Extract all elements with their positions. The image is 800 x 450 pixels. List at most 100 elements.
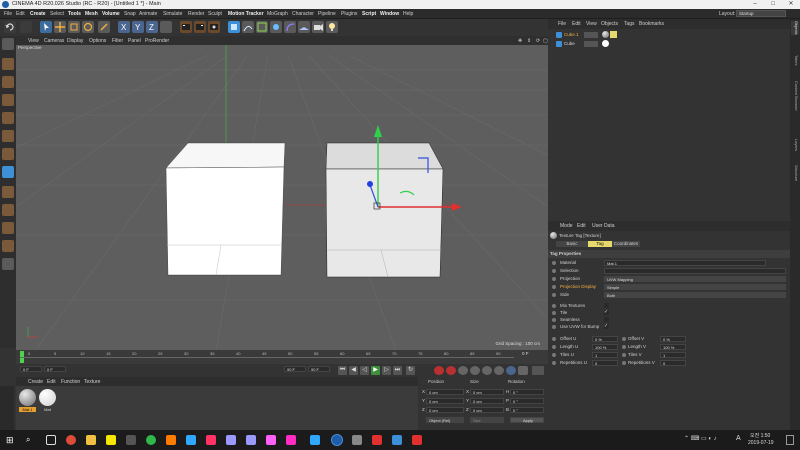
size-y-field[interactable]: 0 cm <box>470 398 504 404</box>
menu-plugins[interactable]: Plugins <box>341 11 357 17</box>
menu-mesh[interactable]: Mesh <box>85 11 98 17</box>
cinema4d-taskbar-icon[interactable] <box>331 434 343 446</box>
tiles-v-field[interactable]: 1 <box>660 352 686 358</box>
app-icon[interactable] <box>352 435 362 445</box>
material-menu-function[interactable]: Function <box>61 379 80 385</box>
animate-dot[interactable] <box>622 337 626 341</box>
texture-mode-icon[interactable] <box>2 76 14 88</box>
animate-dot[interactable] <box>622 345 626 349</box>
make-editable-icon[interactable] <box>2 38 14 50</box>
lightroom-icon[interactable] <box>310 435 320 445</box>
loop-icon[interactable]: ↻ <box>406 366 415 375</box>
points-mode-icon[interactable] <box>2 112 14 124</box>
size-x-field[interactable]: 0 cm <box>470 389 504 395</box>
animate-dot[interactable] <box>552 261 556 265</box>
object-row[interactable]: Cube <box>550 40 788 48</box>
camera-icon[interactable] <box>312 21 324 33</box>
animate-dot[interactable] <box>552 285 556 289</box>
material-menu-edit[interactable]: Edit <box>47 379 56 385</box>
projection-display-select[interactable]: Simple <box>604 284 786 290</box>
projection-select[interactable]: UVW Mapping <box>604 276 786 282</box>
animate-dot[interactable] <box>552 293 556 297</box>
coordinate-mode-select[interactable]: Object (Rel) <box>426 417 464 423</box>
redo-icon[interactable] <box>20 21 32 33</box>
start-frame-field[interactable]: 0 F <box>20 366 42 372</box>
axis-mode-icon[interactable] <box>2 186 14 198</box>
menu-edit[interactable]: Edit <box>16 11 25 17</box>
xd-alt-icon[interactable] <box>286 435 296 445</box>
scale-key-icon[interactable] <box>482 366 492 375</box>
object-row[interactable]: Cube.1 <box>550 31 788 39</box>
attribute-menu-user-data[interactable]: User Data <box>592 223 615 229</box>
menu-window[interactable]: Window <box>380 11 399 17</box>
object-menu-objects[interactable]: Objects <box>601 21 618 27</box>
side-select[interactable]: Both <box>604 292 786 298</box>
viewport-zoom-icon[interactable]: ⇕ <box>527 38 531 44</box>
task-view-icon[interactable] <box>46 435 56 445</box>
material-swatch[interactable] <box>19 389 36 406</box>
play-forward-icon[interactable]: ▶ <box>371 366 380 375</box>
adobe-xd-icon[interactable] <box>266 435 276 445</box>
autokey-icon[interactable] <box>446 366 456 375</box>
rotation-b-field[interactable]: 0 ° <box>510 407 544 413</box>
offset-v-field[interactable]: 0 % <box>660 336 686 342</box>
menu-file[interactable]: File <box>4 11 12 17</box>
menu-character[interactable]: Character <box>292 11 314 17</box>
polygons-mode-icon[interactable] <box>2 148 14 160</box>
material-menu-create[interactable]: Create <box>28 379 43 385</box>
preview-end-field[interactable]: 90 F <box>284 366 306 372</box>
position-y-field[interactable]: 0 cm <box>426 398 464 404</box>
viewport-menu-options[interactable]: Options <box>89 38 106 44</box>
offset-u-field[interactable]: 0 % <box>592 336 618 342</box>
chrome-icon[interactable] <box>66 435 76 445</box>
material-field[interactable]: Mat.1 <box>604 260 766 266</box>
light-icon[interactable] <box>326 21 338 33</box>
clock-time[interactable]: 오전 1:50 <box>750 432 770 439</box>
animate-dot[interactable] <box>622 353 626 357</box>
animate-dot[interactable] <box>552 345 556 349</box>
next-key-icon[interactable]: ▷ <box>382 366 391 375</box>
use-uvw-bump-checkbox[interactable]: ✓ <box>604 324 609 329</box>
material-swatch[interactable] <box>39 389 56 406</box>
object-menu-file[interactable]: File <box>558 21 566 27</box>
tile-checkbox[interactable]: ✓ <box>604 310 609 315</box>
solo-icon[interactable] <box>2 258 14 270</box>
array-icon[interactable] <box>270 21 282 33</box>
model-mode-icon[interactable] <box>2 58 14 70</box>
tab-objects[interactable]: Objects <box>791 21 799 35</box>
size-z-field[interactable]: 0 cm <box>470 407 504 413</box>
position-key-icon[interactable] <box>470 366 480 375</box>
object-name[interactable]: Cube.1 <box>564 32 579 37</box>
repetitions-u-field[interactable]: 0 <box>592 360 618 366</box>
input-language[interactable]: A <box>736 435 741 442</box>
notification-icon[interactable] <box>786 435 794 445</box>
object-menu-bookmarks[interactable]: Bookmarks <box>639 21 664 27</box>
menu-volume[interactable]: Volume <box>102 11 120 17</box>
tab-tag[interactable]: Tag <box>588 241 612 247</box>
seamless-checkbox[interactable] <box>604 317 609 322</box>
menu-help[interactable]: Help <box>403 11 413 17</box>
object-menu-view[interactable]: View <box>586 21 597 27</box>
menu-simulate[interactable]: Simulate <box>163 11 182 17</box>
play-backward-icon[interactable]: ◁ <box>360 366 369 375</box>
minimize-button[interactable]: – <box>746 0 764 9</box>
animate-dot[interactable] <box>552 277 556 281</box>
tiles-u-field[interactable]: 1 <box>592 352 618 358</box>
animate-dot[interactable] <box>552 318 556 322</box>
parameter-key-icon[interactable] <box>506 366 516 375</box>
material-name[interactable]: Mat.1 <box>19 407 36 412</box>
uv-mode-icon[interactable] <box>2 166 14 178</box>
menu-animate[interactable]: Animate <box>139 11 157 17</box>
tweak-mode-icon[interactable] <box>2 204 14 216</box>
record-icon[interactable] <box>434 366 444 375</box>
menu-pipeline[interactable]: Pipeline <box>318 11 336 17</box>
kakaotalk-icon[interactable] <box>106 435 116 445</box>
3d-viewport[interactable]: Perspective Grid Spacing: 100 cm <box>16 45 548 350</box>
rotate-icon[interactable] <box>82 21 94 33</box>
animate-dot[interactable] <box>552 361 556 365</box>
menu-tools[interactable]: Tools <box>68 11 81 17</box>
animate-dot[interactable] <box>622 361 626 365</box>
floor-icon[interactable] <box>298 21 310 33</box>
texture-tag-icon[interactable] <box>602 31 609 38</box>
repetitions-v-field[interactable]: 0 <box>660 360 686 366</box>
